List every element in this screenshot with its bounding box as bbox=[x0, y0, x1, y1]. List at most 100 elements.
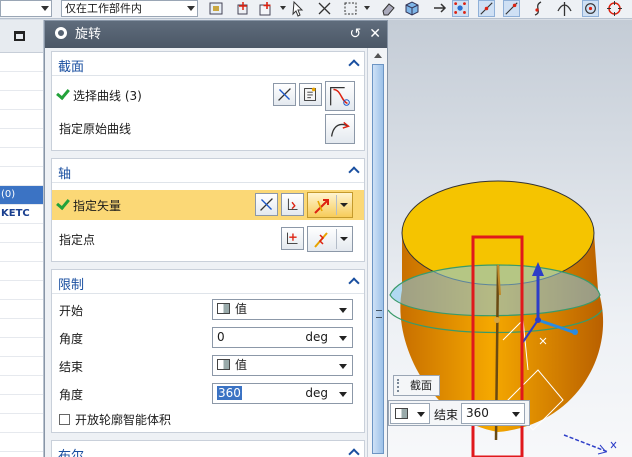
vector-dialog-icon[interactable] bbox=[281, 193, 304, 216]
value-type-icon bbox=[217, 359, 230, 370]
sketch-section-icon[interactable] bbox=[299, 83, 322, 106]
navigator-row-sketch[interactable]: KETC bbox=[0, 205, 43, 224]
start-angle-value: 0 bbox=[217, 330, 225, 344]
navigator-row[interactable] bbox=[0, 262, 43, 281]
gear-icon bbox=[55, 27, 67, 39]
axis-group-header[interactable]: 轴 bbox=[52, 159, 364, 183]
specify-vector-row[interactable]: 指定矢量 bbox=[52, 190, 364, 220]
chevron-down-icon[interactable] bbox=[339, 336, 347, 341]
navigator-row[interactable] bbox=[0, 433, 43, 452]
navigator-row[interactable] bbox=[0, 357, 43, 376]
component-filter-icon[interactable] bbox=[208, 0, 225, 17]
collapse-caret-icon[interactable] bbox=[348, 448, 360, 457]
split-separator bbox=[336, 195, 337, 215]
vector-type-split-button[interactable] bbox=[307, 192, 353, 218]
open-profile-row[interactable]: 开放轮廓智能体积 bbox=[52, 406, 364, 430]
navigator-row[interactable] bbox=[0, 243, 43, 262]
curve-rule-icon[interactable] bbox=[273, 83, 296, 106]
chevron-down-icon[interactable] bbox=[340, 203, 348, 207]
onscreen-input-bar: 结束 360 bbox=[388, 400, 530, 426]
navigator-row[interactable] bbox=[0, 376, 43, 395]
section-group-header[interactable]: 截面 bbox=[52, 52, 364, 76]
chevron-down-icon[interactable] bbox=[364, 6, 370, 10]
reverse-direction-icon[interactable] bbox=[255, 193, 278, 216]
navigator-row[interactable] bbox=[0, 53, 43, 72]
section-onscreen-label[interactable]: 截面 bbox=[393, 375, 440, 396]
snap-midpoint-icon[interactable] bbox=[478, 0, 495, 17]
navigator-row[interactable] bbox=[0, 319, 43, 338]
value-type-icon bbox=[395, 408, 408, 419]
chevron-down-icon[interactable] bbox=[280, 6, 286, 10]
start-row: 开始 值 bbox=[52, 296, 364, 324]
check-icon bbox=[56, 85, 70, 101]
navigator-row[interactable] bbox=[0, 338, 43, 357]
selection-arrow-icon[interactable] bbox=[290, 0, 307, 17]
snap-point-icon[interactable] bbox=[235, 0, 252, 17]
specify-point-row[interactable]: 指定点 bbox=[52, 225, 364, 253]
collapse-caret-icon[interactable] bbox=[348, 277, 360, 289]
onscreen-end-input[interactable]: 360 bbox=[461, 403, 525, 424]
onscreen-type-dropdown[interactable] bbox=[390, 403, 430, 424]
end-type-dropdown[interactable]: 值 bbox=[212, 355, 353, 376]
navigator-row[interactable] bbox=[0, 148, 43, 167]
chevron-down-icon[interactable] bbox=[340, 237, 348, 241]
navigator-row[interactable] bbox=[0, 167, 43, 186]
section-curve-icon[interactable] bbox=[325, 81, 355, 111]
point-dialog-icon[interactable] bbox=[281, 227, 304, 250]
cube-view-icon[interactable] bbox=[403, 0, 420, 17]
snap-line-icon[interactable] bbox=[503, 0, 520, 17]
specify-vector-label: 指定矢量 bbox=[73, 199, 122, 213]
scope-dropdown[interactable]: 仅在工作部件内 bbox=[61, 0, 198, 17]
arrow-right-icon[interactable] bbox=[432, 0, 449, 17]
reset-icon[interactable]: ↺ bbox=[350, 21, 362, 48]
navigator-row[interactable] bbox=[0, 110, 43, 129]
navigator-row[interactable] bbox=[0, 395, 43, 414]
section-group-title: 截面 bbox=[58, 60, 85, 75]
origin-curve-row[interactable]: 指定原始曲线 bbox=[52, 114, 364, 144]
cross-snap-icon[interactable] bbox=[316, 0, 333, 17]
point-constructor-icon[interactable] bbox=[258, 0, 275, 17]
rectangle-select-icon[interactable] bbox=[342, 0, 359, 17]
chevron-down-icon[interactable] bbox=[512, 412, 520, 417]
snap-endpoint-icon[interactable] bbox=[452, 0, 469, 17]
value-type-icon bbox=[217, 303, 230, 314]
navigator-row[interactable] bbox=[0, 414, 43, 433]
origin-curve-label: 指定原始曲线 bbox=[59, 122, 132, 136]
snap-center-icon[interactable] bbox=[582, 0, 599, 17]
navigator-row[interactable] bbox=[0, 300, 43, 319]
navigator-row[interactable] bbox=[0, 129, 43, 148]
navigator-row[interactable] bbox=[0, 72, 43, 91]
navigator-row[interactable] bbox=[0, 91, 43, 110]
start-angle-input[interactable]: 0 deg bbox=[212, 327, 353, 348]
snap-curve-icon[interactable] bbox=[531, 0, 548, 17]
scroll-up-icon[interactable] bbox=[374, 53, 382, 58]
eraser-icon[interactable] bbox=[380, 0, 397, 17]
navigator-row[interactable] bbox=[0, 224, 43, 243]
end-angle-row: 角度 360 deg bbox=[52, 380, 364, 408]
origin-curve-icon[interactable] bbox=[325, 114, 355, 144]
chevron-down-icon bbox=[41, 6, 49, 11]
limits-group-header[interactable]: 限制 bbox=[52, 270, 364, 294]
snap-quadrant-icon[interactable] bbox=[606, 0, 623, 17]
collapse-caret-icon[interactable] bbox=[348, 59, 360, 71]
end-angle-unit: deg bbox=[305, 386, 328, 400]
chevron-down-icon[interactable] bbox=[339, 392, 347, 397]
collapse-caret-icon[interactable] bbox=[348, 166, 360, 178]
scrollbar-thumb[interactable] bbox=[372, 64, 384, 454]
start-type-dropdown[interactable]: 值 bbox=[212, 299, 353, 320]
open-profile-checkbox[interactable] bbox=[59, 414, 70, 425]
dialog-scrollbar[interactable] bbox=[367, 48, 387, 457]
filter-dropdown[interactable] bbox=[0, 0, 52, 17]
dialog-title-bar[interactable]: 旋转 ↺ ✕ bbox=[45, 21, 387, 48]
snap-intersection-icon[interactable] bbox=[556, 0, 573, 17]
maximize-icon[interactable] bbox=[14, 31, 25, 41]
select-curve-row[interactable]: 选择曲线 (3) bbox=[52, 81, 364, 111]
navigator-row[interactable] bbox=[0, 281, 43, 300]
end-angle-input[interactable]: 360 deg bbox=[212, 383, 353, 404]
chevron-down-icon bbox=[339, 308, 347, 313]
navigator-row-selected[interactable]: (0) bbox=[0, 186, 43, 205]
close-icon[interactable]: ✕ bbox=[369, 21, 381, 48]
drag-handle[interactable] bbox=[397, 379, 403, 392]
boolean-group-header[interactable]: 布尔 bbox=[52, 441, 364, 457]
point-type-split-button[interactable] bbox=[307, 226, 353, 252]
